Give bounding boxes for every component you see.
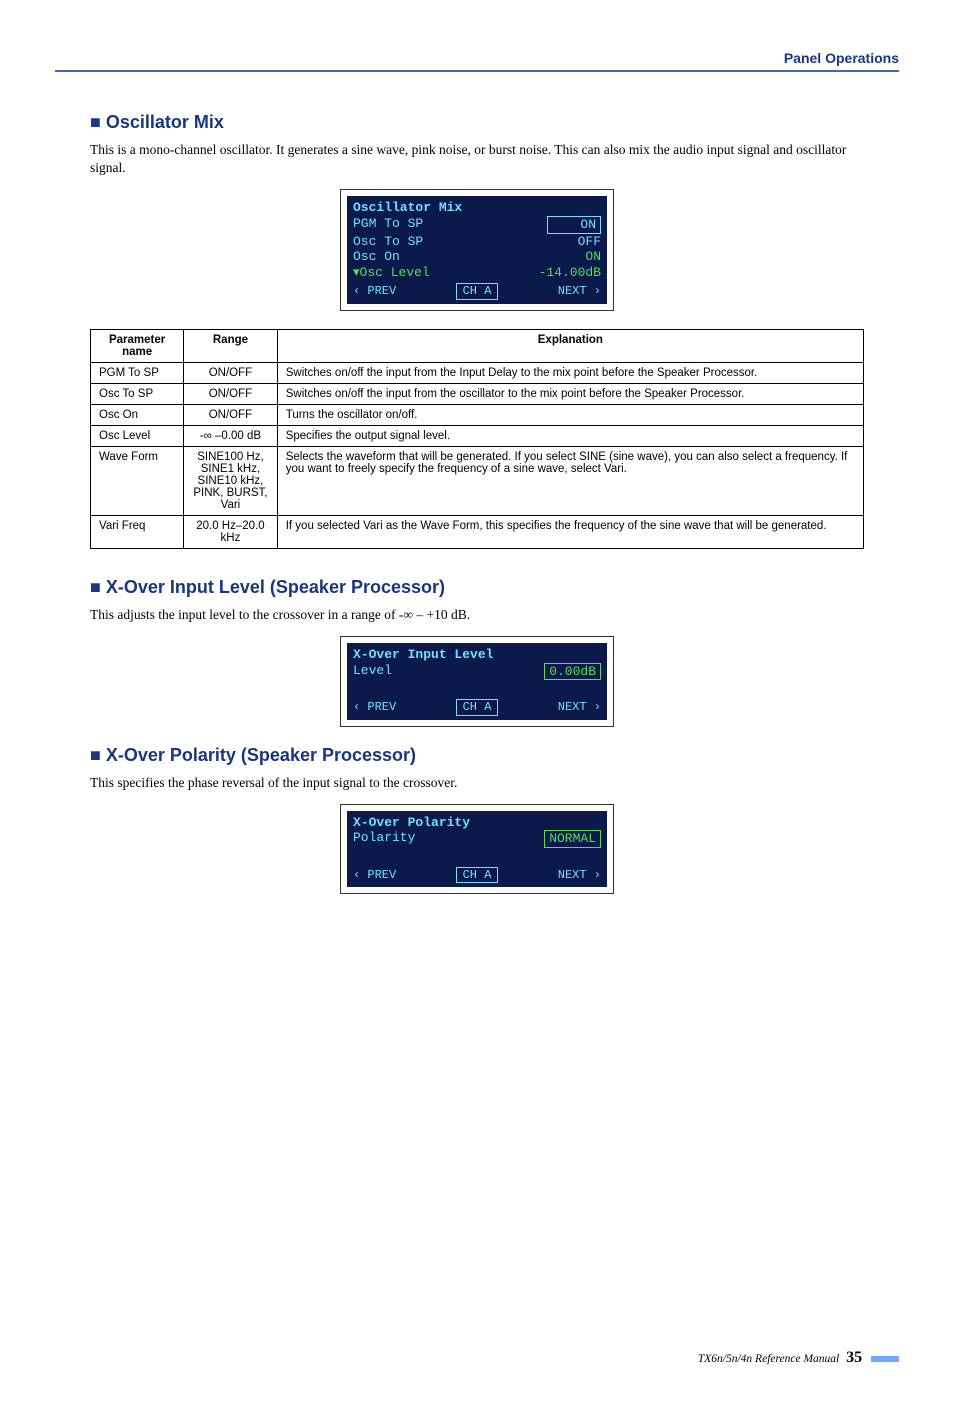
osc-row-1-value[interactable]: OFF [578, 234, 601, 250]
cell-explain: Specifies the output signal level. [277, 425, 863, 446]
next-label: NEXT [558, 868, 587, 882]
table-row: Osc To SPON/OFFSwitches on/off the input… [91, 383, 864, 404]
table-row: Vari Freq20.0 Hz–20.0 kHzIf you selected… [91, 515, 864, 548]
prev-label: PREV [367, 700, 396, 714]
th-explain: Explanation [277, 329, 863, 362]
xil-body: This adjusts the input level to the cros… [90, 606, 864, 624]
header-section: Panel Operations [55, 50, 899, 72]
cell-explain: Switches on/off the input from the oscil… [277, 383, 863, 404]
cell-range: -∞ –0.00 dB [184, 425, 278, 446]
xpol-heading: ■ X-Over Polarity (Speaker Processor) [90, 745, 864, 766]
next-button[interactable]: NEXT › [558, 284, 601, 298]
channel-tab[interactable]: CH A [456, 283, 499, 299]
cell-explain: Selects the waveform that will be genera… [277, 446, 863, 515]
osc-row-0-label: PGM To SP [353, 216, 423, 234]
cell-name: Osc On [91, 404, 184, 425]
cell-name: Wave Form [91, 446, 184, 515]
xpol-lcd: X-Over Polarity Polarity NORMAL ‹ PREV CH… [340, 804, 614, 895]
cell-range: SINE100 Hz, SINE1 kHz, SINE10 kHz, PINK,… [184, 446, 278, 515]
cell-name: Osc To SP [91, 383, 184, 404]
next-button[interactable]: NEXT › [558, 700, 601, 714]
osc-row-0-value[interactable]: ON [547, 216, 601, 234]
xpol-lcd-title: X-Over Polarity [353, 815, 601, 831]
table-row: PGM To SPON/OFFSwitches on/off the input… [91, 362, 864, 383]
footer: TX6n/5n/4n Reference Manual 35 [698, 1349, 899, 1367]
osc-row-2-value[interactable]: ON [585, 249, 601, 265]
cell-name: Vari Freq [91, 515, 184, 548]
osc-heading: ■ Oscillator Mix [90, 112, 864, 133]
xil-lcd-title: X-Over Input Level [353, 647, 601, 663]
next-label: NEXT [558, 284, 587, 298]
table-row: Osc Level-∞ –0.00 dBSpecifies the output… [91, 425, 864, 446]
xil-heading: ■ X-Over Input Level (Speaker Processor) [90, 577, 864, 598]
osc-row-3-label: ▾Osc Level [353, 265, 430, 281]
xpol-row-value[interactable]: NORMAL [544, 830, 601, 848]
table-row: Wave FormSINE100 Hz, SINE1 kHz, SINE10 k… [91, 446, 864, 515]
cell-range: ON/OFF [184, 362, 278, 383]
osc-body: This is a mono-channel oscillator. It ge… [90, 141, 864, 177]
footer-page: 35 [846, 1349, 862, 1366]
osc-row-3-value[interactable]: -14.00dB [539, 265, 601, 281]
xil-lcd: X-Over Input Level Level 0.00dB ‹ PREV CH… [340, 636, 614, 727]
cell-explain: If you selected Vari as the Wave Form, t… [277, 515, 863, 548]
prev-button[interactable]: ‹ PREV [353, 700, 396, 714]
th-range: Range [184, 329, 278, 362]
next-button[interactable]: NEXT › [558, 868, 601, 882]
channel-tab[interactable]: CH A [456, 699, 499, 715]
cell-range: 20.0 Hz–20.0 kHz [184, 515, 278, 548]
next-label: NEXT [558, 700, 587, 714]
footer-manual: TX6n/5n/4n Reference Manual [698, 1353, 839, 1365]
prev-label: PREV [367, 868, 396, 882]
table-row: Osc OnON/OFFTurns the oscillator on/off. [91, 404, 864, 425]
osc-row-1-label: Osc To SP [353, 234, 423, 250]
xpol-body: This specifies the phase reversal of the… [90, 774, 864, 792]
channel-tab[interactable]: CH A [456, 867, 499, 883]
cell-explain: Turns the oscillator on/off. [277, 404, 863, 425]
prev-label: PREV [367, 284, 396, 298]
prev-button[interactable]: ‹ PREV [353, 284, 396, 298]
header-title: Panel Operations [784, 50, 899, 66]
osc-lcd-title: Oscillator Mix [353, 200, 601, 216]
cell-name: PGM To SP [91, 362, 184, 383]
osc-params-table: Parameter name Range Explanation PGM To … [90, 329, 864, 549]
cell-range: ON/OFF [184, 404, 278, 425]
xil-row-label: Level [353, 663, 392, 681]
th-param: Parameter name [91, 329, 184, 362]
xil-row-value[interactable]: 0.00dB [544, 663, 601, 681]
footer-bar-icon [871, 1356, 899, 1362]
cell-range: ON/OFF [184, 383, 278, 404]
osc-lcd: Oscillator Mix PGM To SPON Osc To SPOFF … [340, 189, 614, 310]
xpol-row-label: Polarity [353, 830, 415, 848]
cell-explain: Switches on/off the input from the Input… [277, 362, 863, 383]
osc-row-2-label: Osc On [353, 249, 400, 265]
prev-button[interactable]: ‹ PREV [353, 868, 396, 882]
cell-name: Osc Level [91, 425, 184, 446]
